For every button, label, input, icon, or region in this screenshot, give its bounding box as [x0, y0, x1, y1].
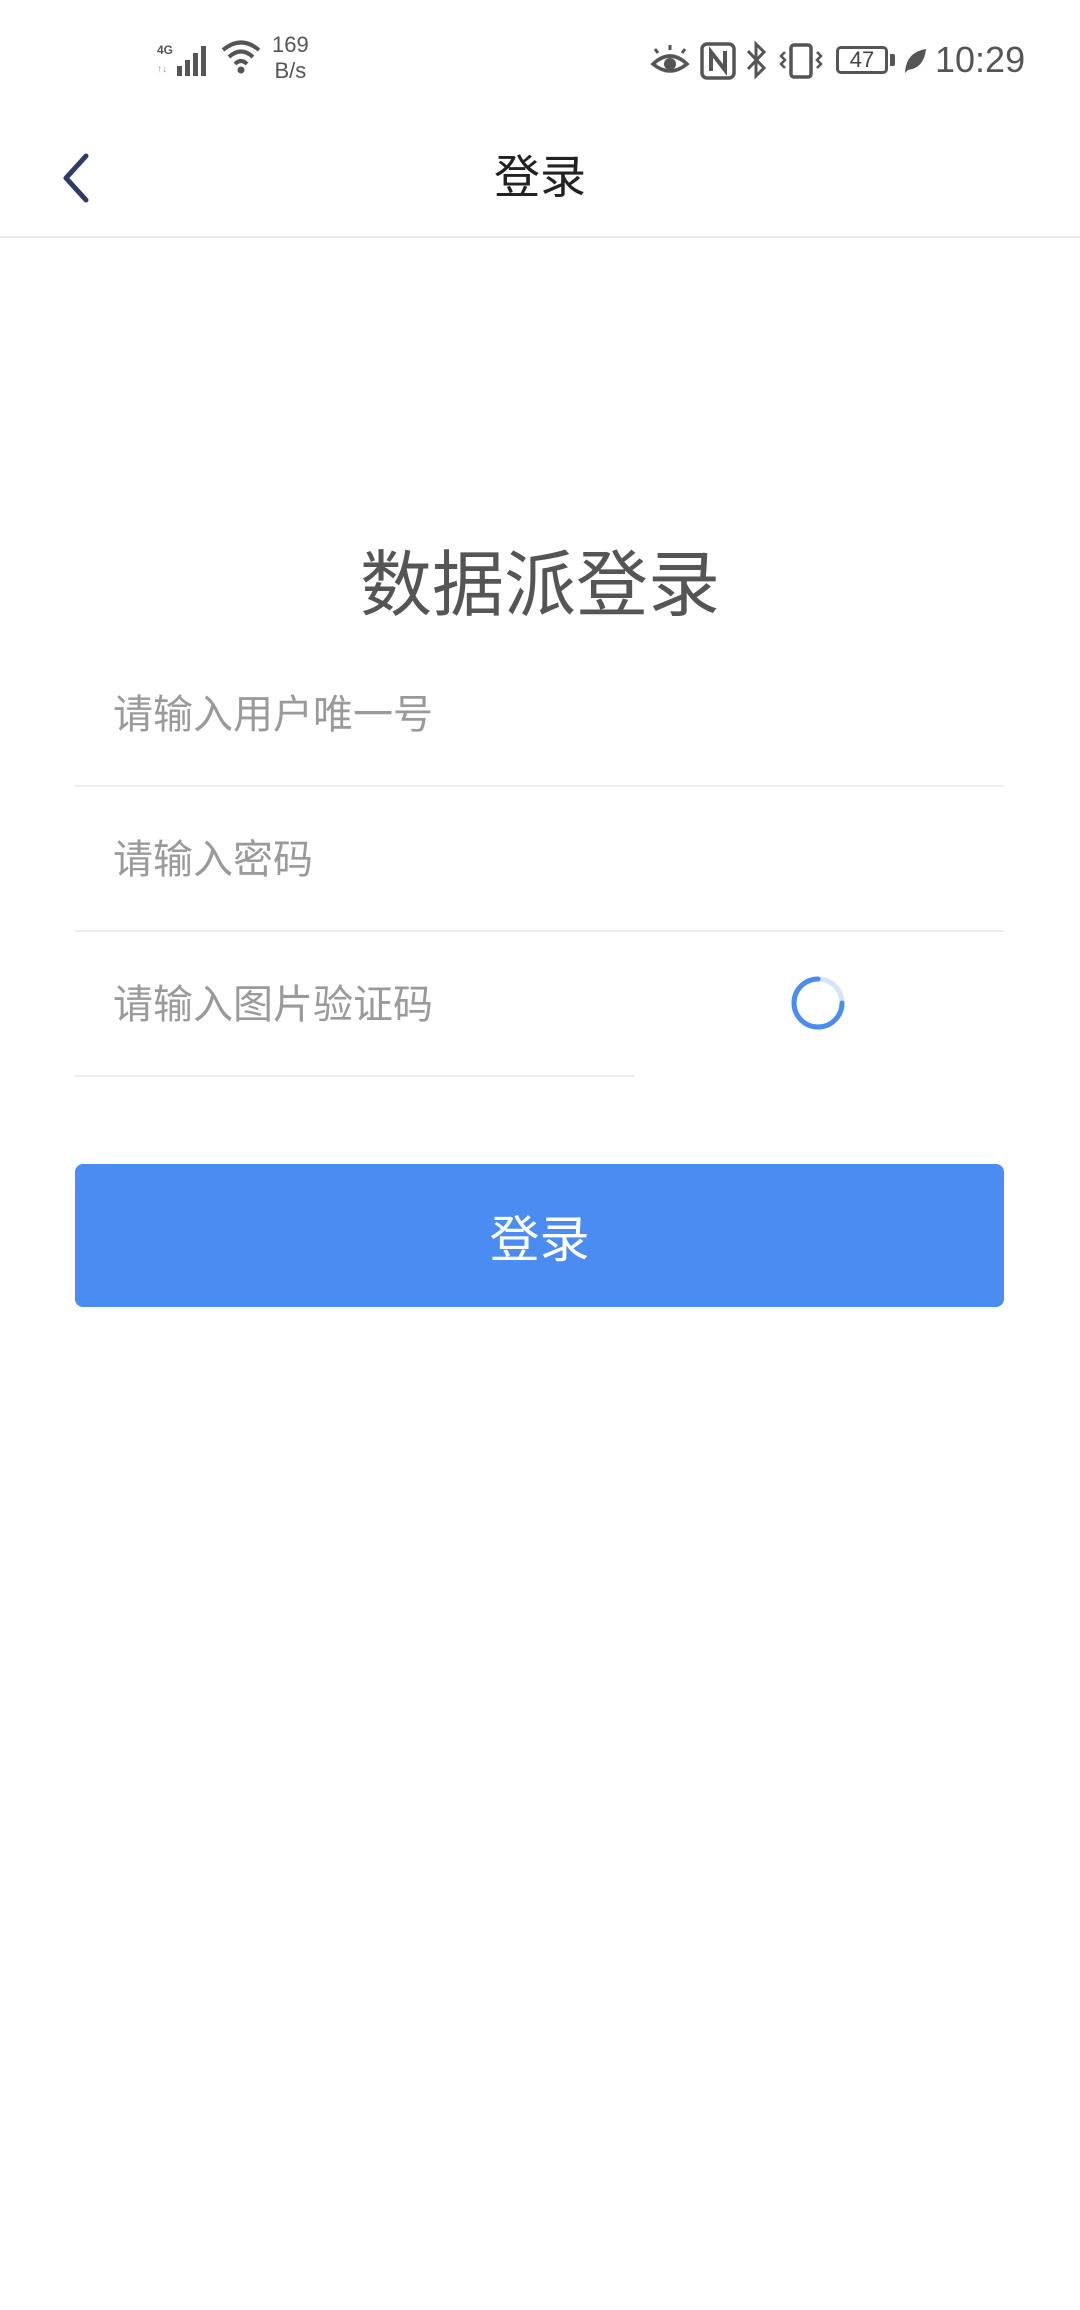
username-input[interactable] — [113, 643, 973, 787]
network-speed: 169 B/s — [272, 32, 309, 83]
wifi-icon — [221, 40, 261, 74]
captcha-loading-spinner-icon[interactable] — [790, 975, 846, 1031]
battery-tip — [890, 54, 895, 66]
nav-bar: 登录 — [0, 120, 1080, 238]
nfc-icon — [700, 42, 736, 80]
captcha-input[interactable] — [113, 933, 613, 1077]
login-button[interactable]: 登录 — [75, 1164, 1004, 1307]
svg-text:↑↓: ↑↓ — [157, 64, 167, 75]
signal-icon: 4G ↑↓ — [157, 43, 206, 76]
eye-comfort-icon — [650, 45, 690, 73]
password-row — [75, 788, 1004, 932]
status-time: 10:29 — [935, 39, 1026, 80]
captcha-row — [75, 933, 635, 1077]
vibrate-icon — [779, 43, 823, 79]
username-row — [75, 643, 1004, 787]
power-saving-leaf-icon — [905, 49, 926, 73]
bluetooth-icon — [746, 40, 767, 80]
battery-icon: 47 — [836, 46, 888, 74]
battery-level: 47 — [849, 47, 875, 72]
status-bar: 4G ↑↓ 169 B/s 47 10:29 — [0, 0, 1080, 120]
nav-title: 登录 — [494, 150, 586, 204]
password-input[interactable] — [113, 788, 973, 932]
svg-text:4G: 4G — [157, 43, 173, 57]
login-heading: 数据派登录 — [359, 543, 720, 627]
